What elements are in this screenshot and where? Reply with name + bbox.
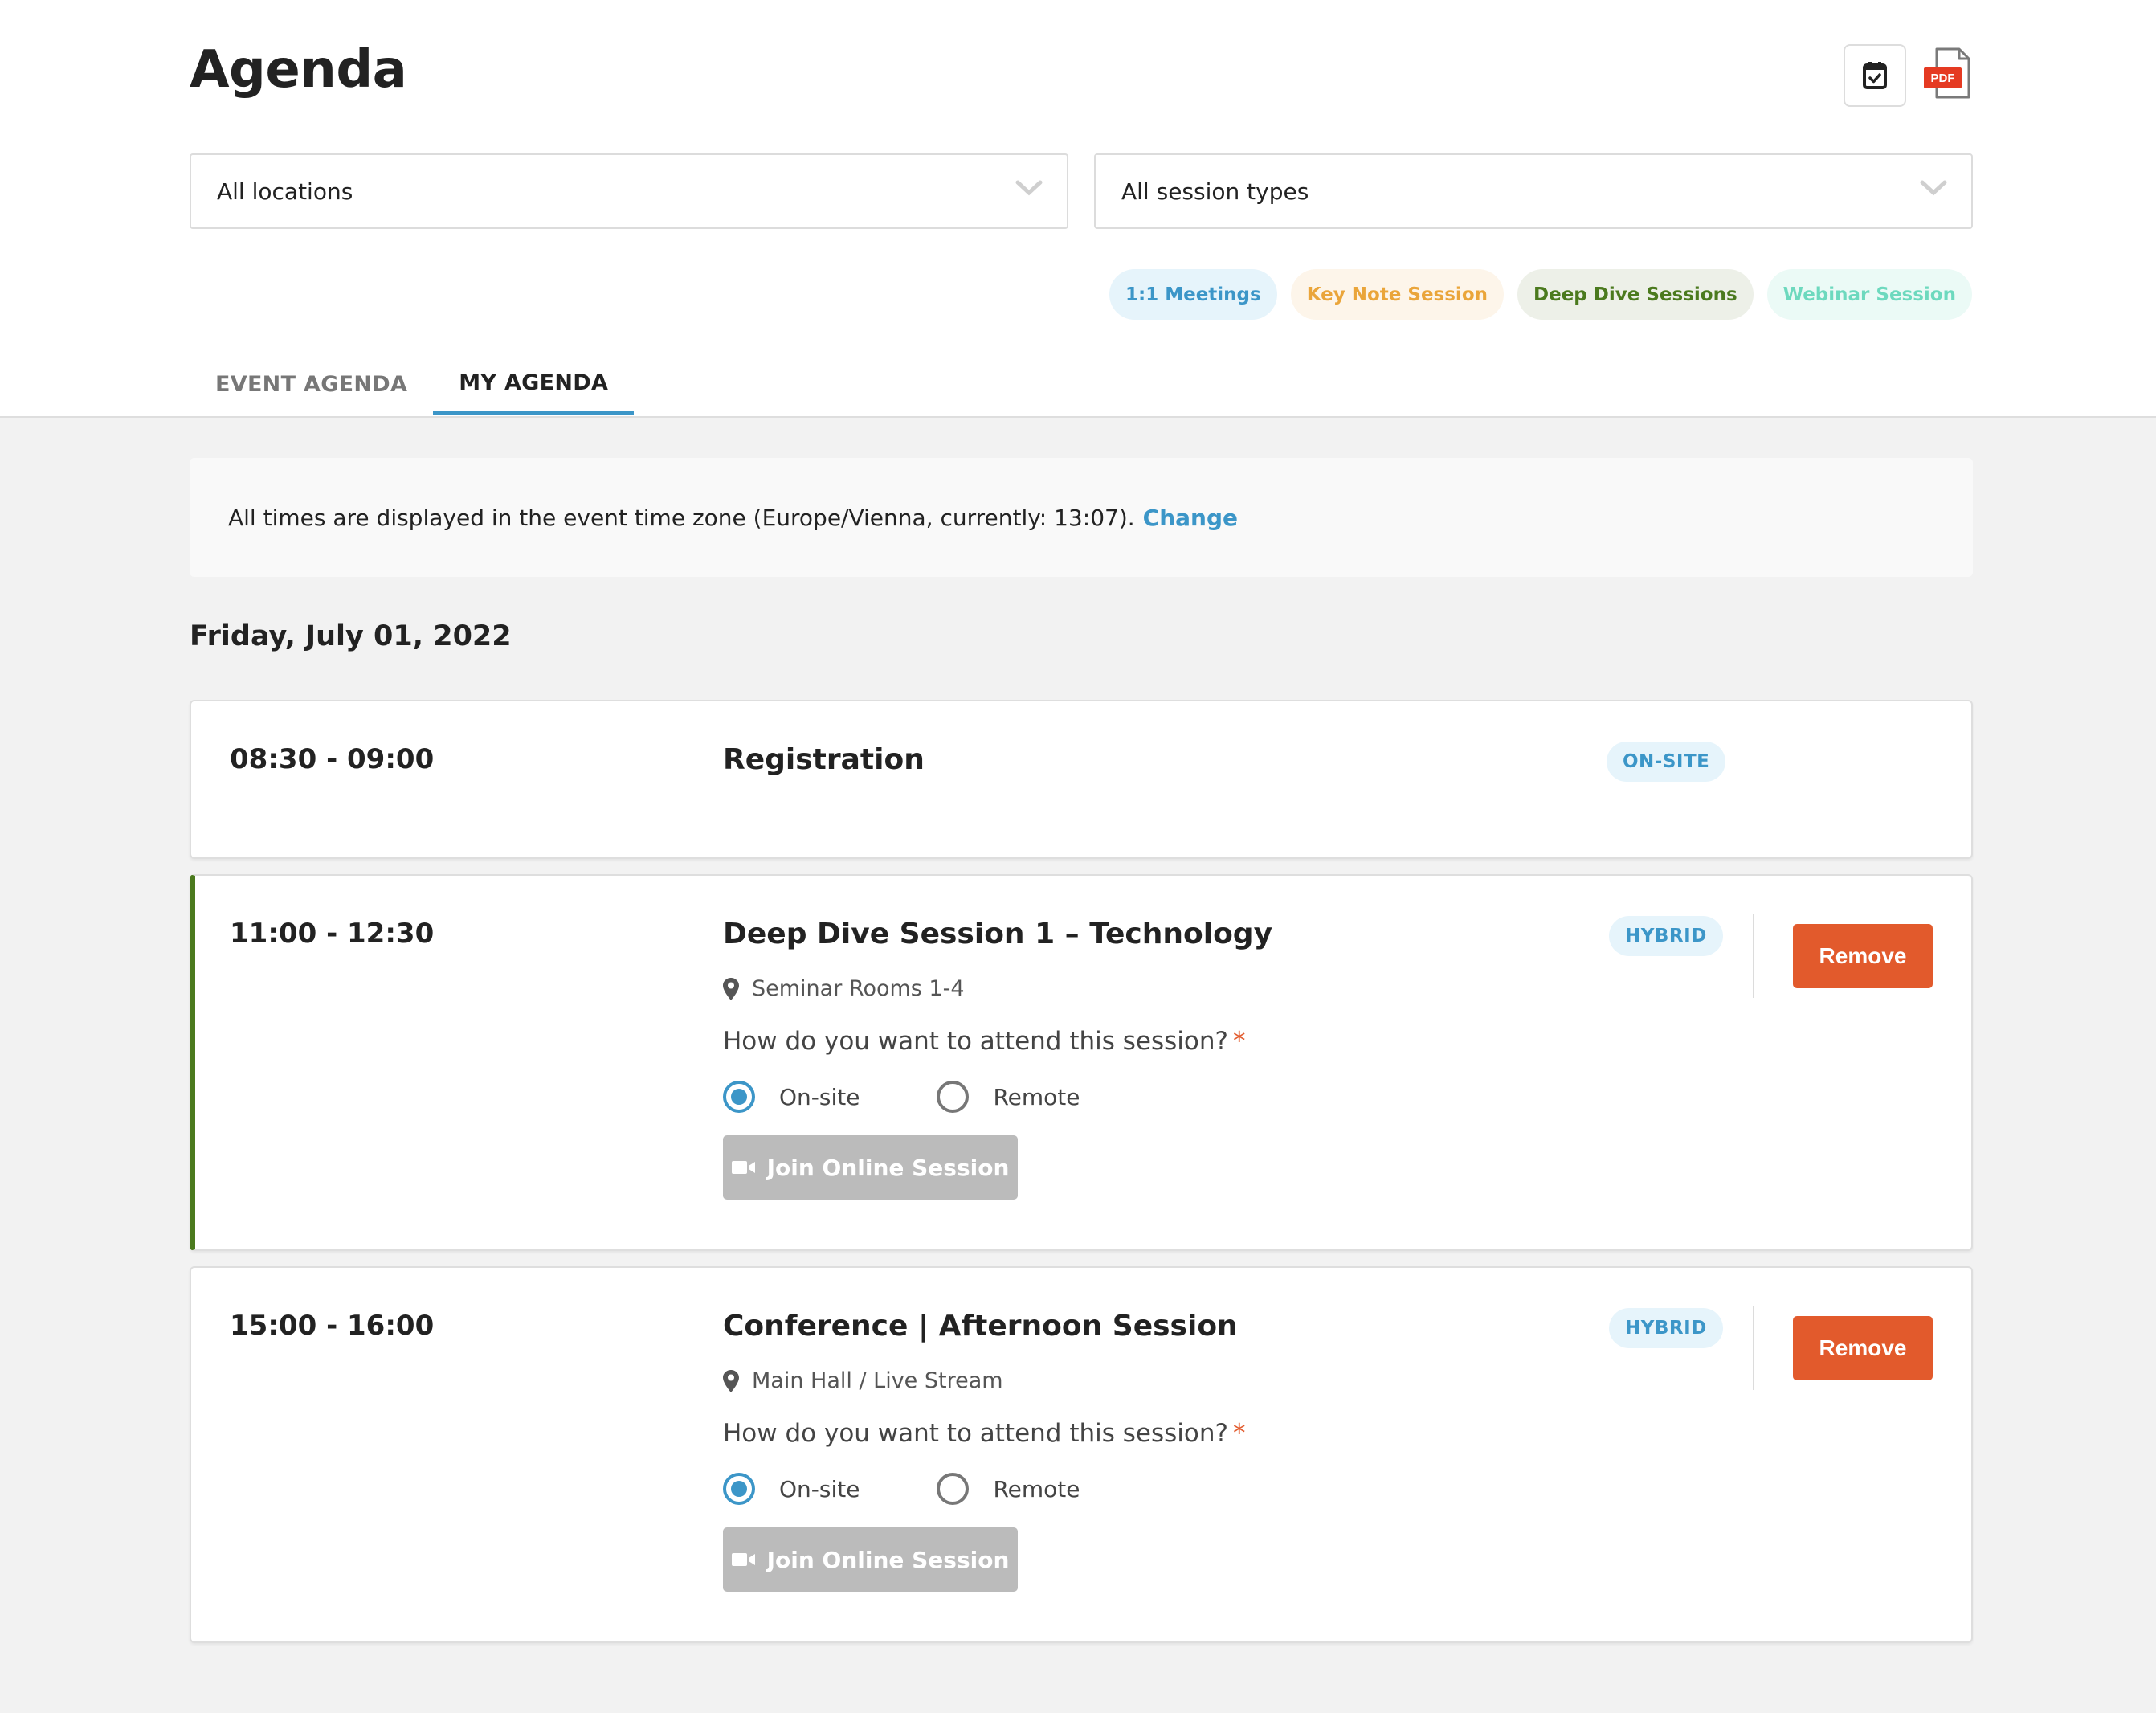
session-type-legend: 1:1 Meetings Key Note Session Deep Dive … [1109,269,1972,320]
session-location-text: Seminar Rooms 1-4 [752,976,965,1001]
page-header: Agenda PDF All locations All session typ… [0,0,2156,418]
video-camera-icon [731,1161,755,1174]
video-camera-icon [731,1553,755,1566]
add-to-calendar-button[interactable] [1844,44,1906,107]
attendance-option-remote[interactable]: Remote [937,1081,1080,1113]
radio-label: On-site [779,1083,860,1110]
session-time: 08:30 - 09:00 [230,743,435,775]
chevron-down-icon [1920,180,1947,196]
session-location: Main Hall / Live Stream [723,1368,1003,1393]
map-pin-icon [723,977,739,1000]
radio-button-checked[interactable] [723,1473,755,1505]
remove-session-button[interactable]: Remove [1793,924,1933,988]
session-location-text: Main Hall / Live Stream [752,1368,1003,1393]
join-online-session-button[interactable]: Join Online Session [723,1135,1018,1200]
session-title[interactable]: Conference | Afternoon Session [723,1310,1238,1343]
radio-button-checked[interactable] [723,1081,755,1113]
tab-event-agenda[interactable]: EVENT AGENDA [190,354,433,415]
date-heading: Friday, July 01, 2022 [190,620,512,652]
join-online-session-button[interactable]: Join Online Session [723,1527,1018,1592]
session-location: Seminar Rooms 1-4 [723,976,965,1001]
attendance-type-badge: HYBRID [1609,916,1723,956]
vertical-divider [1753,1306,1754,1390]
attendance-question-text: How do you want to attend this session? [723,1419,1228,1448]
session-time: 15:00 - 16:00 [230,1310,435,1342]
attendance-option-on-site[interactable]: On-site [723,1473,860,1505]
radio-label: Remote [993,1475,1080,1502]
svg-text:PDF: PDF [1931,72,1955,85]
attendance-radio-group: On-site Remote [723,1081,1158,1113]
join-online-session-label: Join Online Session [766,1546,1010,1573]
attendance-radio-group: On-site Remote [723,1473,1158,1505]
radio-label: Remote [993,1083,1080,1110]
attendance-type-badge: ON-SITE [1607,742,1726,782]
required-marker: * [1232,1027,1246,1056]
chevron-down-icon [1015,180,1043,196]
attendance-option-on-site[interactable]: On-site [723,1081,860,1113]
location-filter-select[interactable]: All locations [190,153,1068,229]
session-title[interactable]: Deep Dive Session 1 – Technology [723,918,1272,951]
pdf-icon: PDF [1924,47,1970,99]
vertical-divider [1753,914,1754,998]
legend-pill-1-1-meetings[interactable]: 1:1 Meetings [1109,269,1277,320]
tab-my-agenda[interactable]: MY AGENDA [433,354,635,415]
legend-pill-webinar-session[interactable]: Webinar Session [1766,269,1972,320]
attendance-question-text: How do you want to attend this session? [723,1027,1228,1056]
attendance-type-badge: HYBRID [1609,1308,1723,1348]
attendance-option-remote[interactable]: Remote [937,1473,1080,1505]
radio-label: On-site [779,1475,860,1502]
remove-session-button[interactable]: Remove [1793,1316,1933,1380]
session-type-filter-value: All session types [1121,178,1309,205]
required-marker: * [1232,1419,1246,1448]
page-title: Agenda [190,40,407,100]
session-card: 08:30 - 09:00 Registration ON-SITE [190,700,1973,859]
timezone-notice: All times are displayed in the event tim… [190,458,1973,577]
session-type-filter-select[interactable]: All session types [1094,153,1973,229]
session-card: 15:00 - 16:00 Conference | Afternoon Ses… [190,1266,1973,1643]
session-title[interactable]: Registration [723,743,925,776]
session-card: 11:00 - 12:30 Deep Dive Session 1 – Tech… [190,874,1973,1251]
join-online-session-label: Join Online Session [766,1154,1010,1181]
download-pdf-button[interactable]: PDF [1924,47,1974,103]
attendance-question: How do you want to attend this session? * [723,1027,1245,1056]
legend-pill-key-note-session[interactable]: Key Note Session [1290,269,1504,320]
location-filter-value: All locations [217,178,353,205]
map-pin-icon [723,1369,739,1392]
radio-button[interactable] [937,1473,970,1505]
session-time: 11:00 - 12:30 [230,918,435,950]
radio-button[interactable] [937,1081,970,1113]
attendance-question: How do you want to attend this session? * [723,1419,1245,1448]
agenda-tabs: EVENT AGENDA MY AGENDA [190,354,635,418]
calendar-check-icon [1863,62,1887,89]
change-timezone-link[interactable]: Change [1143,505,1238,531]
timezone-notice-text: All times are displayed in the event tim… [228,504,1135,531]
legend-pill-deep-dive-sessions[interactable]: Deep Dive Sessions [1517,269,1754,320]
